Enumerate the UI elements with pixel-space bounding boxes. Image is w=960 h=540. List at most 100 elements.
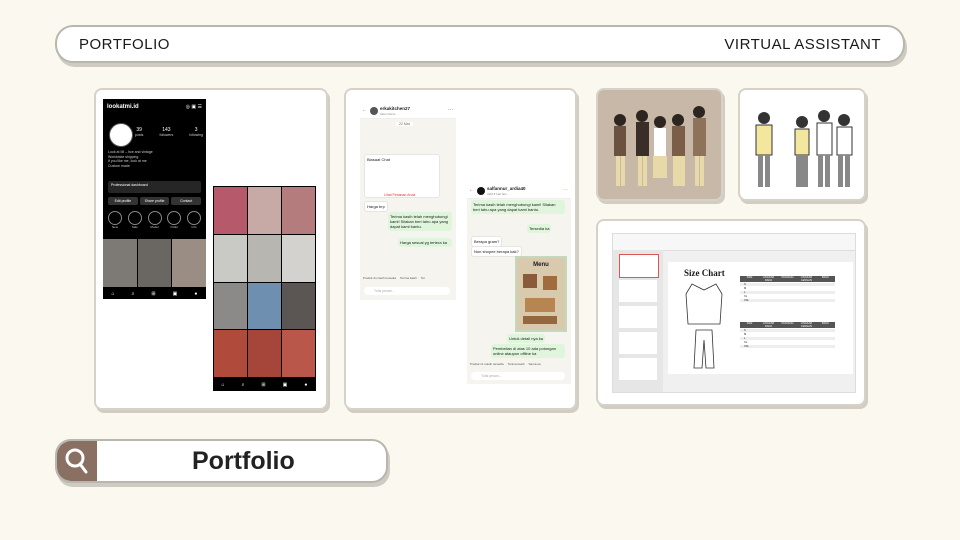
header-bar: PORTFOLIO VIRTUAL ASSISTANT xyxy=(55,25,905,63)
highlight-circle[interactable] xyxy=(187,211,201,225)
grid-photo[interactable] xyxy=(282,282,315,330)
search-icon[interactable]: ⌕ xyxy=(242,382,245,388)
person-figure xyxy=(794,116,810,187)
grid-photo[interactable] xyxy=(214,282,247,330)
grid-photo[interactable] xyxy=(282,234,315,282)
table-row: XXL xyxy=(740,299,835,302)
size-table-2: SIZE LINGKAR DADA PANJANG LINGKAR LENGAN… xyxy=(740,322,835,348)
person-figure xyxy=(636,110,649,186)
slide-thumbnail[interactable] xyxy=(619,332,657,354)
add-icon[interactable]: ⊞ xyxy=(261,382,265,388)
quick-replies: Produk ini masih tersedia Terima kasih S… xyxy=(470,362,541,366)
highlight-label: New xyxy=(111,225,118,229)
search-icon[interactable]: ⌕ xyxy=(132,291,135,297)
quick-reply[interactable]: Terima kasih xyxy=(400,276,417,280)
grid-photo[interactable] xyxy=(214,330,247,377)
message-out: Pembelian di atas 10 ada potongan online… xyxy=(491,344,565,358)
grid-photo[interactable] xyxy=(282,330,315,377)
quick-reply[interactable]: Ter xyxy=(421,276,425,280)
profile-icon[interactable]: ● xyxy=(194,291,197,297)
quick-reply[interactable]: Terima kasih xyxy=(508,362,525,366)
home-icon[interactable]: ⌂ xyxy=(222,382,225,388)
quick-replies: Produk di masih tersedia Terima kasih Te… xyxy=(363,276,425,280)
person-figure xyxy=(836,114,853,187)
size-chart-card[interactable]: Size Chart SIZE LINGKAR DADA PANJANG LIN… xyxy=(596,219,866,406)
bio-line: Look at MI – tice and vintage xyxy=(108,150,153,154)
following-label: following xyxy=(189,133,203,137)
size-label: L xyxy=(744,337,746,340)
grid-photo[interactable] xyxy=(248,234,281,282)
home-icon[interactable]: ⌂ xyxy=(112,291,115,297)
search-label: Portfolio xyxy=(192,447,295,475)
message-input[interactable]: Tulis pesan... xyxy=(471,372,565,380)
message-out: Harga sesuai yg tertera ka xyxy=(398,238,452,247)
table-row: XL xyxy=(740,295,835,298)
more-icon[interactable]: ⋯ xyxy=(448,107,453,113)
table-header: SIZE xyxy=(746,322,753,325)
table-row: XL xyxy=(740,341,835,344)
instagram-card[interactable]: lookatmi.id ◎ ▣ ☰ 39 posts 143 followers 3… xyxy=(94,88,328,410)
chat-name: erkakitchen27 xyxy=(380,106,411,111)
chat-header: ← salfannur_ardia40 Aktif 8 hari lalu ⋯ xyxy=(467,184,571,199)
quick-reply[interactable]: Produk di masih tersedia xyxy=(363,276,396,280)
grid-photo[interactable] xyxy=(282,187,315,234)
size-label: M xyxy=(744,333,747,336)
back-arrow-icon[interactable]: ← xyxy=(469,187,474,193)
table-row: L xyxy=(740,291,835,294)
size-label: S xyxy=(744,283,746,286)
highlight-label: Order xyxy=(170,225,179,229)
menu-image[interactable]: Menu xyxy=(515,256,567,332)
ig-menu-icons[interactable]: ◎ ▣ ☰ xyxy=(186,104,202,110)
person-figure xyxy=(614,114,626,186)
search-icon-box[interactable] xyxy=(57,441,97,481)
table-header: LINGKAR DADA xyxy=(762,322,775,328)
grid-photo[interactable] xyxy=(248,187,281,234)
table-row: L xyxy=(740,337,835,340)
quick-reply[interactable]: Produk ini masih tersedia xyxy=(470,362,504,366)
slide-thumbnail[interactable] xyxy=(619,306,657,328)
profile-icon[interactable]: ● xyxy=(304,382,307,388)
size-label: S xyxy=(744,329,746,332)
slide-thumbnail[interactable] xyxy=(619,280,657,302)
header-left-title: PORTFOLIO xyxy=(79,36,170,53)
menu-product xyxy=(543,276,557,290)
ig-grid xyxy=(103,239,206,287)
chat-status: Akun bisnis xyxy=(380,112,396,116)
slide-thumbnail[interactable] xyxy=(619,358,657,380)
message-in: Harga brp xyxy=(364,201,388,212)
grid-photo[interactable] xyxy=(214,234,247,282)
reels-icon[interactable]: ▣ xyxy=(283,382,288,388)
person-figure xyxy=(672,114,685,186)
ppt-slide[interactable]: Size Chart SIZE LINGKAR DADA PANJANG LIN… xyxy=(668,262,853,374)
chat-card[interactable]: ← erkakitchen27 Akun bisnis ⋯ 22 Mar Bia… xyxy=(344,88,577,410)
back-arrow-icon[interactable]: ← xyxy=(362,107,367,113)
table-row: M xyxy=(740,287,835,290)
share-profile-button[interactable]: Share profile xyxy=(139,197,170,205)
highlight-circle[interactable] xyxy=(147,211,162,225)
grid-photo[interactable] xyxy=(103,239,137,287)
message-input[interactable]: Tulis pesan... xyxy=(364,287,450,295)
professional-dashboard[interactable]: Professional dashboard xyxy=(108,181,201,193)
table-header: LINGKAR LENGAN xyxy=(800,276,813,282)
grid-photo[interactable] xyxy=(137,239,172,287)
add-icon[interactable]: ⊞ xyxy=(151,291,155,297)
contact-button[interactable]: Contact xyxy=(171,197,202,205)
highlight-circle[interactable] xyxy=(167,211,182,225)
grid-photo[interactable] xyxy=(172,239,206,287)
order-link[interactable]: Lihat Pesanan Anda xyxy=(384,193,415,197)
grid-photo[interactable] xyxy=(214,187,247,234)
grid-photo[interactable] xyxy=(248,282,281,330)
grid-photo[interactable] xyxy=(248,330,281,377)
table-header: SIZE xyxy=(746,276,753,279)
edit-profile-button[interactable]: Edit profile xyxy=(108,197,138,205)
reels-icon[interactable]: ▣ xyxy=(173,291,178,297)
slide-thumbnail[interactable] xyxy=(619,254,659,278)
highlight-circle[interactable] xyxy=(108,211,122,225)
ppt-ribbon xyxy=(613,234,855,251)
quick-reply[interactable]: Sama-sa xyxy=(529,362,541,366)
size-label: XXL xyxy=(744,299,749,302)
highlight-circle[interactable] xyxy=(127,211,142,225)
instagram-profile-screen: lookatmi.id ◎ ▣ ☰ 39 posts 143 followers 3… xyxy=(103,99,206,299)
more-icon[interactable]: ⋯ xyxy=(563,187,568,193)
search-bar[interactable]: Portfolio xyxy=(55,439,388,483)
